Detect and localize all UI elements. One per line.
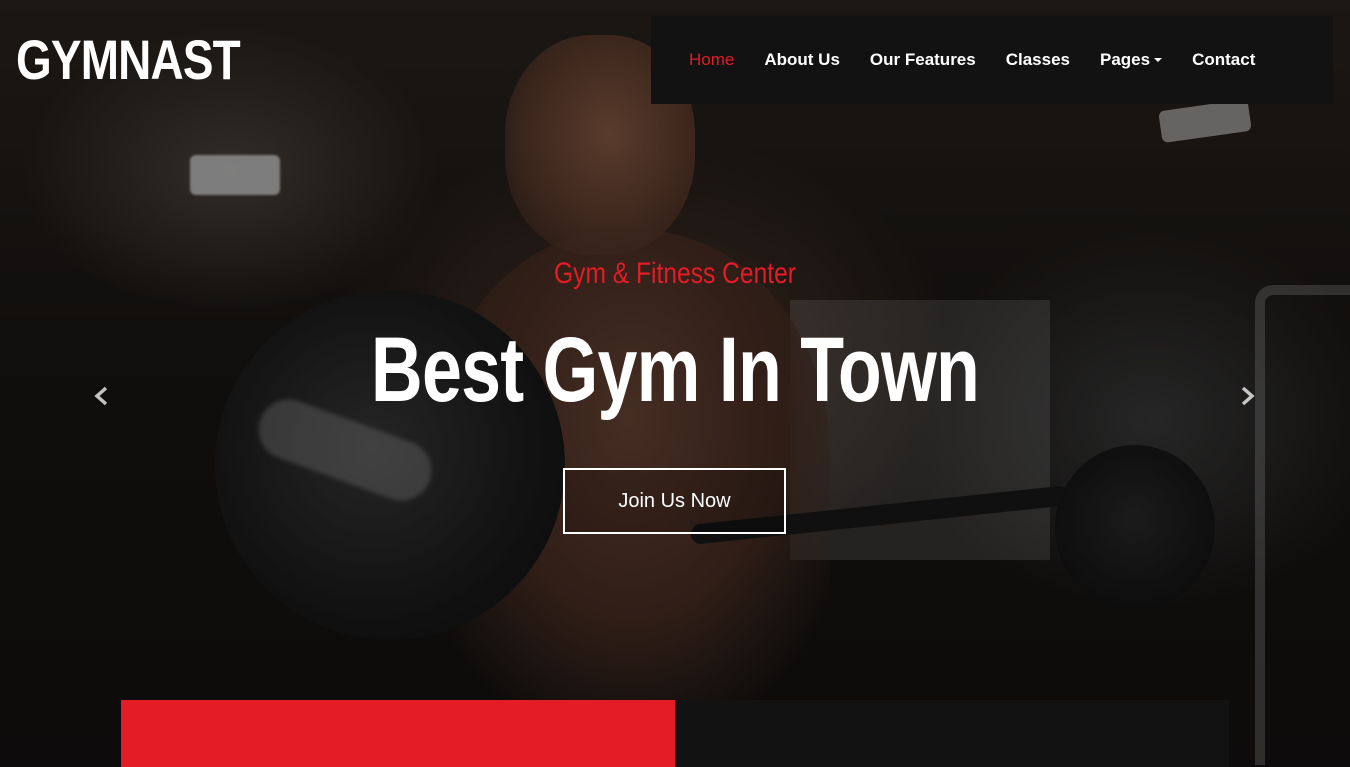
nav-item-pages[interactable]: Pages	[1100, 50, 1163, 70]
chevron-right-icon	[1241, 386, 1255, 406]
chevron-left-icon	[94, 386, 108, 406]
carousel-prev-button[interactable]	[89, 384, 113, 408]
hero-subtitle: Gym & Fitness Center	[554, 257, 796, 290]
nav-item-about-us[interactable]: About Us	[764, 50, 840, 70]
nav-item-pages-label: Pages	[1100, 50, 1151, 69]
feature-box-dark	[675, 700, 1229, 767]
hero-title: Best Gym In Town	[370, 319, 980, 421]
nav-item-classes[interactable]: Classes	[1006, 50, 1070, 70]
nav-item-our-features[interactable]: Our Features	[870, 50, 976, 70]
join-us-button[interactable]: Join Us Now	[563, 468, 786, 534]
site-logo[interactable]: GYMNAST	[16, 28, 241, 92]
nav-item-contact[interactable]: Contact	[1192, 50, 1255, 70]
nav-item-home[interactable]: Home	[689, 50, 734, 70]
carousel-next-button[interactable]	[1236, 384, 1260, 408]
main-nav: Home About Us Our Features Classes Pages…	[651, 16, 1333, 104]
feature-box-red	[121, 700, 675, 767]
caret-down-icon	[1154, 58, 1163, 62]
